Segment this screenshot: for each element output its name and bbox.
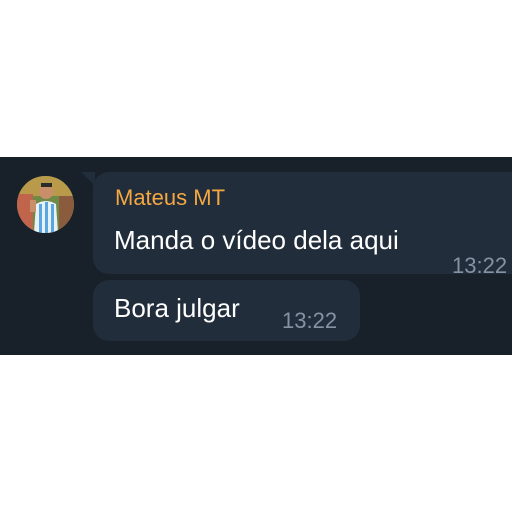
message-text: Manda o vídeo dela aqui [114,225,399,255]
message-bubble[interactable]: Mateus MT Manda o vídeo dela aqui 13:22 [81,172,512,278]
message-text: Bora julgar [114,293,240,323]
message-timestamp: 13:22 [282,308,338,333]
message-bubble[interactable]: Bora julgar 13:22 [93,280,360,341]
message-timestamp: 13:22 [452,253,508,278]
sender-name[interactable]: Mateus MT [115,185,225,211]
sender-avatar[interactable] [17,176,74,233]
avatar-photo [17,176,74,233]
chat-message-area: Mateus MT Manda o vídeo dela aqui 13:22 … [0,157,512,355]
bubble-tail [81,172,95,186]
